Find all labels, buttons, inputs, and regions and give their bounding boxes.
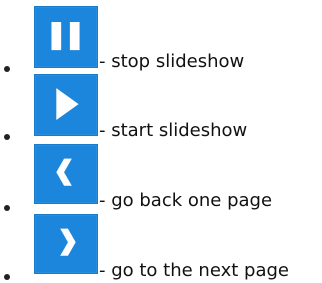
- play-button[interactable]: [34, 74, 98, 136]
- legend-text: - go to the next page: [99, 260, 289, 281]
- legend-item-stop-slideshow: - stop slideshow: [0, 0, 322, 72]
- chevron-left-icon: [56, 158, 72, 186]
- legend-item-next-page: - go to the next page: [0, 211, 322, 281]
- legend-text: - start slideshow: [99, 120, 248, 141]
- chevron-right-icon: [60, 228, 76, 256]
- next-page-button[interactable]: [34, 214, 98, 274]
- slideshow-controls-legend: - stop slideshow - start slideshow - go …: [0, 0, 322, 283]
- legend-item-start-slideshow: - start slideshow: [0, 70, 322, 141]
- play-icon: [56, 88, 79, 120]
- pause-button[interactable]: [34, 6, 98, 68]
- legend-item-previous-page: - go back one page: [0, 140, 322, 211]
- bullet: [4, 274, 10, 280]
- legend-text: - go back one page: [99, 190, 273, 211]
- pause-icon: [51, 22, 80, 51]
- previous-page-button[interactable]: [34, 144, 98, 204]
